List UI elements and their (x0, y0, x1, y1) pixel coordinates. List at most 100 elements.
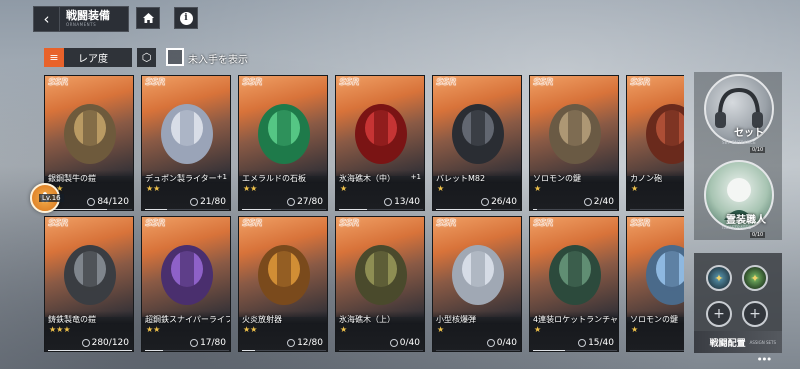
card-plus: +1 (410, 173, 421, 181)
equipment-art-icon (161, 245, 213, 305)
loadout-slot-3[interactable]: + (706, 301, 732, 327)
rarity-label: SSR (630, 218, 651, 229)
back-arrow-icon: ‹ (43, 10, 50, 28)
shard-icon (384, 198, 393, 206)
equipment-art-icon (355, 245, 407, 305)
title-box: ‹ 戦闘装備 ORNAMENTS (33, 6, 129, 32)
shard-icon (287, 198, 296, 206)
equipment-card[interactable]: SSR 氷海礁木（上） ★ 0/40 (335, 216, 425, 352)
equipment-card[interactable]: SSR 鋳鉄製竜の鎧 ★★★ 280/120 (44, 216, 134, 352)
progress-bar (339, 209, 423, 210)
progress-bar (630, 350, 684, 351)
count-value: 84/120 (97, 197, 129, 207)
card-name: カノン砲 (630, 174, 662, 183)
star-rating: ★ (437, 184, 445, 193)
count-value: 26/40 (491, 197, 517, 207)
loadout-slot-1[interactable]: ✦ (706, 265, 732, 291)
show-unowned-checkbox[interactable] (166, 48, 184, 66)
equipment-card[interactable]: SSR 小型核爆弾 ★ 0/40 (432, 216, 522, 352)
rarity-label: SSR (436, 218, 457, 229)
progress-fill (145, 209, 167, 210)
shard-icon (190, 339, 199, 347)
info-button[interactable]: i (174, 7, 198, 29)
equipment-card[interactable]: SSR 4連装ロケットランチャー ★ 15/40 (529, 216, 619, 352)
loadout-slot-2[interactable]: ✦ (742, 265, 768, 291)
equipment-art-icon (258, 245, 310, 305)
count-value: 17/80 (200, 338, 226, 348)
info-icon: i (179, 11, 193, 25)
progress-fill (533, 209, 538, 210)
equipment-card[interactable]: SSR デュポン製ライター +1 ★★ 21/80 (141, 75, 231, 211)
equipment-art-icon (646, 245, 684, 305)
count-value: 15/40 (588, 338, 614, 348)
equipment-card[interactable]: SSR バレットM82 ★ 26/40 (432, 75, 522, 211)
level-tag: Lv.16 (39, 194, 64, 202)
rarity-label: SSR (339, 77, 360, 88)
progress-fill (48, 209, 107, 210)
card-name: ソロモンの鍵 (533, 174, 581, 183)
equipment-card[interactable]: SSR カノン砲 ★ (626, 75, 684, 211)
gem-icon: ✦ (714, 271, 724, 285)
rarity-label: SSR (242, 218, 263, 229)
shard-icon (578, 339, 587, 347)
progress-bar (145, 350, 229, 351)
equipment-card[interactable]: SSR エメラルドの石板 ★★ 27/80 (238, 75, 328, 211)
loadout-slot-4[interactable]: + (742, 301, 768, 327)
card-plus: +1 (216, 173, 227, 181)
card-count: 12/80 (287, 338, 323, 348)
equipment-card[interactable]: SSR 氷海礁木（中） +1 ★ 13/40 (335, 75, 425, 211)
progress-bar (242, 209, 326, 210)
battle-setup-button[interactable]: 戦闘配置 ASSIGN SETS (694, 331, 782, 353)
card-name: 氷海礁木（上） (339, 315, 395, 324)
shard-icon (190, 198, 199, 206)
card-name: エメラルドの石板 (242, 174, 306, 183)
rarity-label: SSR (145, 218, 166, 229)
equipment-card[interactable]: SSR 超鋼鉄スナイパーライフル★★ 17/80 (141, 216, 231, 352)
card-name: 4連装ロケットランチャー (533, 315, 619, 324)
shard-icon (287, 339, 296, 347)
progress-bar (533, 209, 617, 210)
progress-fill (48, 350, 132, 351)
card-name: バレットM82 (436, 174, 486, 183)
plus-icon: + (749, 306, 761, 322)
star-rating: ★★ (146, 184, 161, 193)
equipment-card[interactable]: SSR 火炎放射器 ★★ 12/80 (238, 216, 328, 352)
battle-label: 戦闘配置 (709, 338, 746, 349)
progress-bar (242, 350, 326, 351)
battle-sub: ASSIGN SETS (749, 339, 776, 345)
filter-button[interactable]: ⬡ (137, 48, 156, 67)
count-value: 280/120 (91, 338, 129, 348)
set-sub: SET ENTRANCE (722, 140, 757, 145)
card-count: 0/40 (486, 338, 517, 348)
progress-fill (242, 209, 271, 210)
card-count: 13/40 (384, 197, 420, 207)
shard-icon (486, 339, 495, 347)
rarity-label: SSR (242, 77, 263, 88)
progress-fill (436, 209, 491, 210)
card-count: 21/80 (190, 197, 226, 207)
progress-bar (48, 350, 132, 351)
progress-bar (436, 209, 520, 210)
progress-fill (242, 350, 255, 351)
rarity-label: SSR (339, 218, 360, 229)
equipment-art-icon (549, 245, 601, 305)
equipment-art-icon (452, 245, 504, 305)
back-button[interactable]: ‹ (34, 6, 60, 32)
equipment-card[interactable]: SSR ソロモンの鍵 ★ (626, 216, 684, 352)
card-name: 銀鋼製牛の鎧 (48, 174, 96, 183)
hexagon-icon: ⬡ (141, 51, 152, 64)
rarity-label: SSR (48, 218, 69, 229)
count-value: 2/40 (593, 197, 614, 207)
home-button[interactable] (136, 7, 160, 29)
card-name: 小型核爆弾 (436, 315, 476, 324)
star-rating: ★ (534, 184, 542, 193)
equipment-card[interactable]: SSR ソロモンの鍵 ★ 2/40 (529, 75, 619, 211)
star-rating: ★ (631, 325, 639, 334)
rarity-label: SSR (630, 77, 651, 88)
star-rating: ★ (437, 325, 445, 334)
rarity-label: SSR (436, 77, 457, 88)
equipment-grid: SSR銀鋼製牛の鎧★★84/120SSRデュポン製ライター+1★★21/80SS… (44, 75, 684, 355)
equipment-art-icon (355, 104, 407, 164)
shard-icon (81, 339, 90, 347)
sort-rarity-button[interactable]: ≡ レア度 (44, 48, 132, 67)
